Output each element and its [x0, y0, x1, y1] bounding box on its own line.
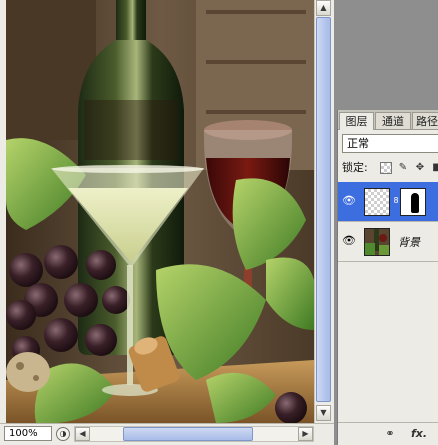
lock-row: 锁定: ✎ ✥ ■ [342, 160, 438, 176]
tab-paths[interactable]: 路径 [412, 112, 438, 129]
layer-row-top[interactable]: 👁 8 [338, 182, 438, 222]
layer-name-background[interactable]: 背景 [398, 234, 420, 250]
document-info-icon[interactable]: ◑ [56, 427, 70, 441]
lock-transparency-icon[interactable] [380, 162, 392, 174]
lock-brush-icon[interactable]: ✎ [397, 162, 409, 174]
fx-icon[interactable]: fx. [408, 426, 430, 442]
link-layers-icon[interactable]: ⚭ [380, 426, 400, 442]
blend-mode-select[interactable]: 正常 [342, 134, 438, 153]
horizontal-scroll-thumb[interactable] [123, 427, 253, 441]
panel-tabs: 图层 通道 路径 [338, 110, 438, 130]
scroll-down-arrow-icon[interactable]: ▼ [316, 405, 331, 421]
layer-row-background[interactable]: 👁 背景 [338, 222, 438, 262]
visibility-eye-icon[interactable]: 👁 [342, 195, 356, 207]
layers-panel: 图层 通道 路径 正常 锁定: ✎ ✥ ■ 👁 8 👁 背景 ⚭ fx. [337, 110, 438, 445]
layers-footer: ⚭ fx. [338, 422, 438, 445]
lock-move-icon[interactable]: ✥ [414, 162, 426, 174]
status-bar: 100% ◑ ◀ ▶ [0, 423, 334, 445]
tab-channels[interactable]: 通道 [375, 112, 411, 129]
document-window: ▲ ▼ 100% ◑ ◀ ▶ [0, 0, 334, 445]
lock-label: 锁定: [342, 161, 368, 174]
horizontal-scrollbar[interactable]: ◀ ▶ [74, 426, 314, 442]
tab-layers[interactable]: 图层 [339, 112, 374, 130]
lock-all-icon[interactable]: ■ [431, 162, 438, 174]
zoom-level-field[interactable]: 100% [4, 426, 52, 441]
image-canvas[interactable] [6, 0, 314, 423]
scroll-up-arrow-icon[interactable]: ▲ [316, 0, 331, 16]
scroll-right-arrow-icon[interactable]: ▶ [298, 427, 313, 441]
layer-mask-thumbnail[interactable] [400, 188, 426, 216]
vertical-scrollbar[interactable]: ▲ ▼ [314, 0, 332, 423]
scroll-left-arrow-icon[interactable]: ◀ [75, 427, 90, 441]
visibility-eye-icon[interactable]: 👁 [342, 235, 356, 247]
vertical-scroll-thumb[interactable] [316, 17, 331, 402]
chain-link-icon[interactable]: 8 [393, 195, 399, 207]
background-thumbnail [364, 228, 390, 256]
wine-photo [6, 0, 314, 423]
layer-thumbnail [364, 188, 390, 216]
